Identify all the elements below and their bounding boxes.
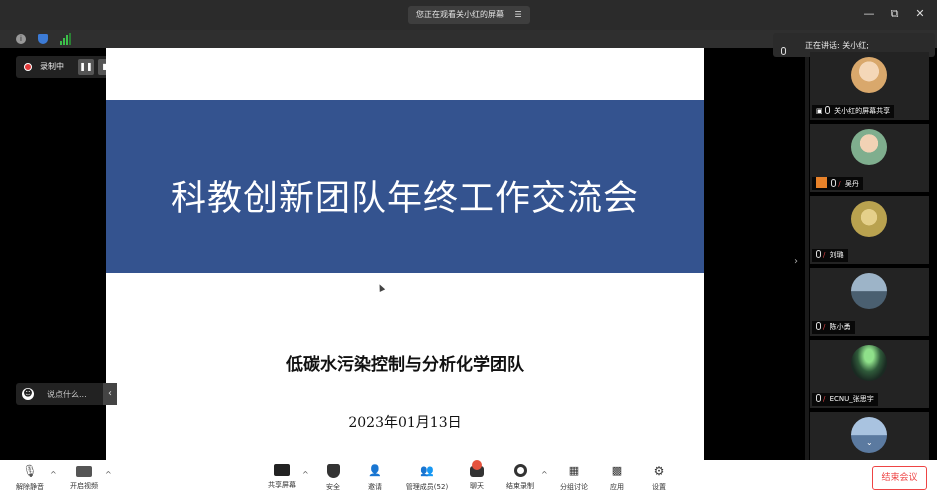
invite-button[interactable]: 👤 邀请 (360, 464, 390, 492)
settings-button[interactable]: ⚙ 设置 (644, 464, 674, 492)
close-icon[interactable]: ✕ (909, 7, 931, 20)
participant-label: / 陈小勇 (812, 321, 855, 334)
share-screen-button[interactable]: 共享屏幕 (262, 464, 302, 490)
breakout-rooms-icon: ▦ (568, 464, 580, 477)
participant-tile[interactable]: / ECNU_张思宇 (810, 340, 929, 408)
info-icon[interactable]: i (16, 34, 26, 44)
participant-tile[interactable]: ⌄ (810, 412, 929, 460)
network-signal-icon[interactable] (60, 33, 72, 45)
chat-quick-input[interactable]: ☻ 说点什么... ‹ (16, 383, 117, 405)
mic-off-icon (831, 179, 837, 187)
share-options-caret-icon[interactable]: ^ (302, 470, 309, 479)
participant-label: ▣ 关小红的屏幕共享 (812, 105, 895, 118)
mouse-cursor-icon (376, 283, 386, 292)
manage-participants-label: 管理成员(52) (405, 483, 449, 491)
mic-off-icon (816, 322, 821, 330)
slide-date: 2023年01月13日 (348, 415, 462, 431)
unmute-button[interactable]: 🎙 解除静音 (12, 464, 48, 492)
participant-label: / ECNU_张思宇 (812, 393, 878, 406)
end-meeting-button[interactable]: 结束会议 (872, 466, 927, 490)
apps-button[interactable]: ▩ 应用 (602, 464, 632, 492)
restore-icon[interactable]: ⧉ (884, 7, 906, 21)
minimize-icon[interactable]: — (858, 7, 880, 20)
participant-name: 陈小勇 (829, 323, 851, 331)
avatar (851, 201, 887, 237)
title-bar: 您正在观看关小红的屏幕 ☰ — ⧉ ✕ (0, 0, 937, 30)
participant-tile[interactable]: / 吴丹 (810, 124, 929, 192)
breakout-rooms-button[interactable]: ▦ 分组讨论 (554, 464, 594, 492)
right-letterbox (704, 48, 805, 460)
chat-unread-badge-icon (472, 460, 482, 470)
record-stop-icon (513, 464, 527, 477)
avatar (851, 345, 887, 381)
start-video-button[interactable]: 开启视频 (64, 464, 104, 491)
apps-label: 应用 (610, 483, 624, 491)
participant-tile[interactable]: / 刘璐 (810, 196, 929, 264)
screen-share-icon: ▣ (816, 107, 823, 115)
recording-label: 录制中 (40, 62, 64, 71)
chat-button[interactable]: 聊天 (462, 460, 492, 491)
unmute-label: 解除静音 (16, 483, 44, 491)
record-dot-icon (24, 63, 32, 71)
invite-label: 邀请 (368, 483, 382, 491)
expand-panel-icon[interactable]: › (794, 256, 798, 267)
participants-icon: 👥 (420, 464, 434, 477)
speaker-mic-icon (781, 39, 788, 58)
share-screen-label: 共享屏幕 (268, 481, 296, 489)
stop-recording-label: 结束录制 (506, 482, 534, 490)
mic-off-icon: 🎙 (22, 464, 38, 478)
avatar (851, 129, 887, 165)
avatar (851, 273, 887, 309)
settings-label: 设置 (652, 483, 666, 491)
avatar (851, 417, 887, 453)
apps-grid-icon: ▩ (611, 464, 623, 477)
video-options-caret-icon[interactable]: ^ (105, 470, 112, 479)
security-button[interactable]: 安全 (318, 464, 348, 492)
slide-title: 科教创新团队年终工作交流会 (170, 179, 639, 219)
mic-off-icon (816, 250, 821, 258)
share-screen-icon (274, 464, 290, 476)
participant-name: 吴丹 (844, 180, 859, 188)
participant-tile[interactable]: ▣ 关小红的屏幕共享 (810, 52, 929, 120)
slide-subtitle: 低碳水污染控制与分析化学团队 (286, 355, 524, 375)
recording-indicator: 录制中 ❚❚ ■ (16, 56, 117, 78)
collapse-chat-icon[interactable]: ‹ (103, 383, 117, 405)
emoji-icon[interactable]: ☻ (22, 388, 34, 400)
participant-scrollbar[interactable] (805, 48, 809, 460)
participant-name: 关小红的屏幕共享 (834, 107, 891, 115)
participant-label: / 刘璐 (812, 249, 848, 262)
scroll-down-icon[interactable]: ⌄ (866, 438, 873, 447)
mic-off-icon (816, 394, 821, 402)
record-options-caret-icon[interactable]: ^ (541, 470, 548, 479)
person-icon (816, 177, 827, 188)
security-label: 安全 (326, 483, 340, 491)
screen-share-notice[interactable]: 您正在观看关小红的屏幕 ☰ (408, 6, 530, 24)
start-video-label: 开启视频 (70, 482, 98, 490)
participant-name: ECNU_张思宇 (829, 395, 874, 403)
participant-name: 刘璐 (829, 251, 844, 259)
shared-slide: 科教创新团队年终工作交流会 低碳水污染控制与分析化学团队 2023年01月13日 (106, 48, 704, 460)
participant-label: / 吴丹 (812, 177, 863, 190)
shield-icon[interactable] (38, 34, 48, 44)
invite-user-icon: 👤 (368, 464, 382, 477)
gear-icon: ⚙ (653, 464, 665, 478)
participant-tile[interactable]: / 陈小勇 (810, 268, 929, 336)
manage-participants-button[interactable]: 👥 管理成员(52) (402, 464, 452, 492)
audio-options-caret-icon[interactable]: ^ (50, 470, 57, 479)
window-controls: — ⧉ ✕ (858, 7, 931, 21)
stop-recording-toolbar-button[interactable]: 结束录制 (500, 464, 540, 491)
active-speaker-text: 正在讲话: 关小红; (805, 41, 869, 50)
breakout-rooms-label: 分组讨论 (560, 483, 588, 491)
chat-placeholder: 说点什么... (47, 390, 87, 399)
meeting-toolbar: 🎙 解除静音 ^ 开启视频 ^ 共享屏幕 ^ 安全 👤 邀请 👥 管理成员(52… (0, 460, 937, 497)
screen-share-notice-text: 您正在观看关小红的屏幕 (416, 10, 504, 19)
video-off-icon (76, 466, 92, 477)
pause-recording-button[interactable]: ❚❚ (78, 59, 94, 75)
menu-icon[interactable]: ☰ (515, 10, 522, 19)
chat-label: 聊天 (470, 482, 484, 490)
avatar (851, 57, 887, 93)
mic-icon (824, 106, 830, 114)
security-shield-icon (326, 464, 340, 478)
